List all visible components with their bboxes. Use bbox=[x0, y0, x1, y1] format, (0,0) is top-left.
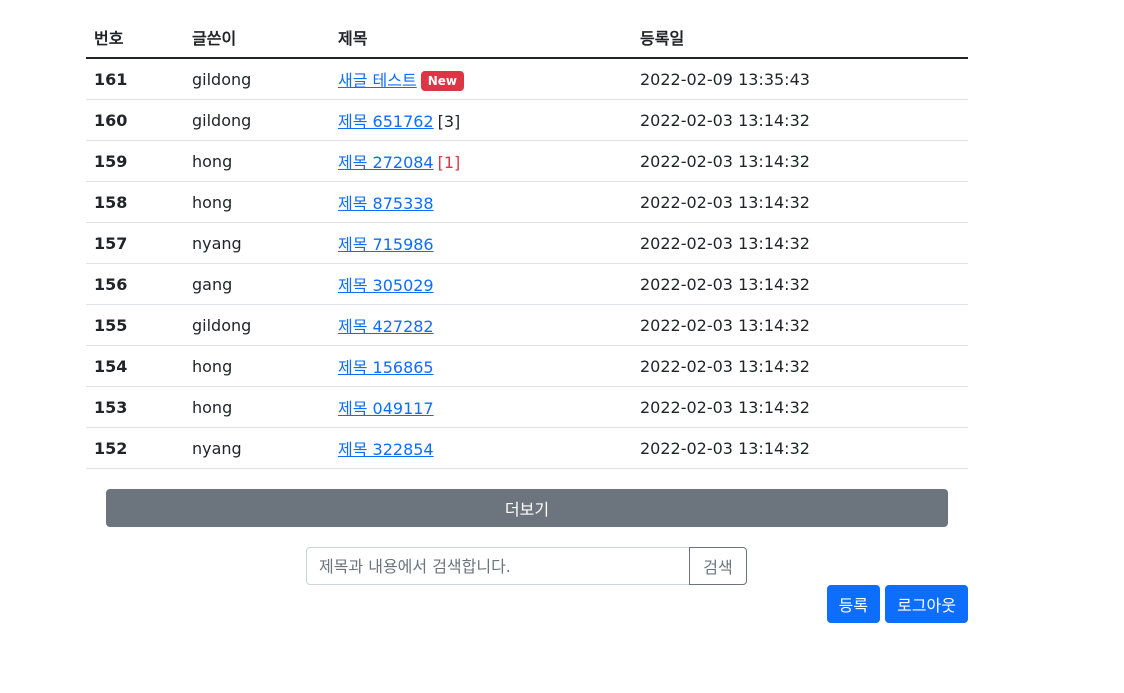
table-row: 159 hong 제목 272084 [1] 2022-02-03 13:14:32 bbox=[86, 140, 968, 182]
post-number: 152 bbox=[86, 427, 184, 469]
post-writer: nyang bbox=[184, 427, 330, 469]
table-row: 161 gildong 새글 테스트 New 2022-02-09 13:35:43 bbox=[86, 58, 968, 100]
table-row: 156 gang 제목 305029 2022-02-03 13:14:32 bbox=[86, 263, 968, 305]
table-row: 157 nyang 제목 715986 2022-02-03 13:14:32 bbox=[86, 222, 968, 264]
post-writer: gildong bbox=[184, 58, 330, 100]
table-row: 154 hong 제목 156865 2022-02-03 13:14:32 bbox=[86, 345, 968, 387]
post-date: 2022-02-03 13:14:32 bbox=[632, 140, 968, 182]
table-row: 152 nyang 제목 322854 2022-02-03 13:14:32 bbox=[86, 427, 968, 469]
post-date: 2022-02-03 13:14:32 bbox=[632, 99, 968, 141]
post-title-link[interactable]: 제목 715986 bbox=[338, 235, 434, 254]
post-writer: hong bbox=[184, 140, 330, 182]
table-header: 번호 글쓴이 제목 등록일 bbox=[86, 17, 968, 59]
header-no: 번호 bbox=[86, 17, 184, 59]
post-title-cell: 제목 427282 bbox=[330, 304, 632, 346]
post-title-link[interactable]: 제목 305029 bbox=[338, 276, 434, 295]
post-date: 2022-02-09 13:35:43 bbox=[632, 58, 968, 100]
post-date: 2022-02-03 13:14:32 bbox=[632, 181, 968, 223]
comment-count: [3] bbox=[437, 112, 461, 131]
load-more-button[interactable]: 더보기 bbox=[106, 489, 948, 527]
table-row: 155 gildong 제목 427282 2022-02-03 13:14:32 bbox=[86, 304, 968, 346]
post-date: 2022-02-03 13:14:32 bbox=[632, 222, 968, 264]
header-writer: 글쓴이 bbox=[184, 17, 330, 59]
search-input[interactable] bbox=[306, 547, 690, 585]
comment-count: [1] bbox=[437, 153, 461, 172]
post-writer: gildong bbox=[184, 304, 330, 346]
post-number: 155 bbox=[86, 304, 184, 346]
post-title-link[interactable]: 새글 테스트 bbox=[338, 71, 417, 90]
table-row: 158 hong 제목 875338 2022-02-03 13:14:32 bbox=[86, 181, 968, 223]
post-date: 2022-02-03 13:14:32 bbox=[632, 345, 968, 387]
post-title-cell: 제목 305029 bbox=[330, 263, 632, 305]
table-row: 160 gildong 제목 651762 [3] 2022-02-03 13:14:3… bbox=[86, 99, 968, 141]
post-number: 159 bbox=[86, 140, 184, 182]
table-row: 153 hong 제목 049117 2022-02-03 13:14:32 bbox=[86, 386, 968, 428]
logout-button[interactable]: 로그아웃 bbox=[885, 585, 968, 623]
post-date: 2022-02-03 13:14:32 bbox=[632, 427, 968, 469]
new-badge: New bbox=[420, 71, 464, 91]
post-title-link[interactable]: 제목 427282 bbox=[338, 317, 434, 336]
post-date: 2022-02-03 13:14:32 bbox=[632, 304, 968, 346]
post-writer: gang bbox=[184, 263, 330, 305]
post-title-link[interactable]: 제목 156865 bbox=[338, 358, 434, 377]
post-title-cell: 제목 322854 bbox=[330, 427, 632, 469]
post-title-link[interactable]: 제목 322854 bbox=[338, 440, 434, 459]
post-title-link[interactable]: 제목 272084 bbox=[338, 153, 434, 172]
post-title-cell: 제목 715986 bbox=[330, 222, 632, 264]
post-number: 153 bbox=[86, 386, 184, 428]
post-date: 2022-02-03 13:14:32 bbox=[632, 386, 968, 428]
search-bar: 검색 bbox=[306, 547, 747, 585]
post-title-link[interactable]: 제목 049117 bbox=[338, 399, 434, 418]
table-body: 161 gildong 새글 테스트 New 2022-02-09 13:35:43 16… bbox=[86, 58, 968, 469]
search-button[interactable]: 검색 bbox=[689, 547, 747, 585]
post-number: 158 bbox=[86, 181, 184, 223]
post-writer: hong bbox=[184, 181, 330, 223]
post-title-cell: 제목 156865 bbox=[330, 345, 632, 387]
post-title-cell: 제목 651762 [3] bbox=[330, 99, 632, 141]
post-title-cell: 새글 테스트 New bbox=[330, 58, 632, 100]
post-title-link[interactable]: 제목 651762 bbox=[338, 112, 434, 131]
post-date: 2022-02-03 13:14:32 bbox=[632, 263, 968, 305]
post-number: 154 bbox=[86, 345, 184, 387]
post-writer: nyang bbox=[184, 222, 330, 264]
header-title: 제목 bbox=[330, 17, 632, 59]
action-buttons: 등록 로그아웃 bbox=[826, 585, 968, 623]
post-writer: hong bbox=[184, 345, 330, 387]
header-date: 등록일 bbox=[632, 17, 968, 59]
post-writer: gildong bbox=[184, 99, 330, 141]
post-title-cell: 제목 272084 [1] bbox=[330, 140, 632, 182]
post-number: 157 bbox=[86, 222, 184, 264]
post-number: 160 bbox=[86, 99, 184, 141]
post-title-cell: 제목 049117 bbox=[330, 386, 632, 428]
post-number: 156 bbox=[86, 263, 184, 305]
post-title-link[interactable]: 제목 875338 bbox=[338, 194, 434, 213]
post-title-cell: 제목 875338 bbox=[330, 181, 632, 223]
board-table: 번호 글쓴이 제목 등록일 161 gildong 새글 테스트 New 2022-02… bbox=[86, 17, 968, 469]
register-button[interactable]: 등록 bbox=[826, 585, 881, 623]
board-container: 번호 글쓴이 제목 등록일 161 gildong 새글 테스트 New 2022-02… bbox=[86, 17, 968, 469]
post-writer: hong bbox=[184, 386, 330, 428]
post-number: 161 bbox=[86, 58, 184, 100]
